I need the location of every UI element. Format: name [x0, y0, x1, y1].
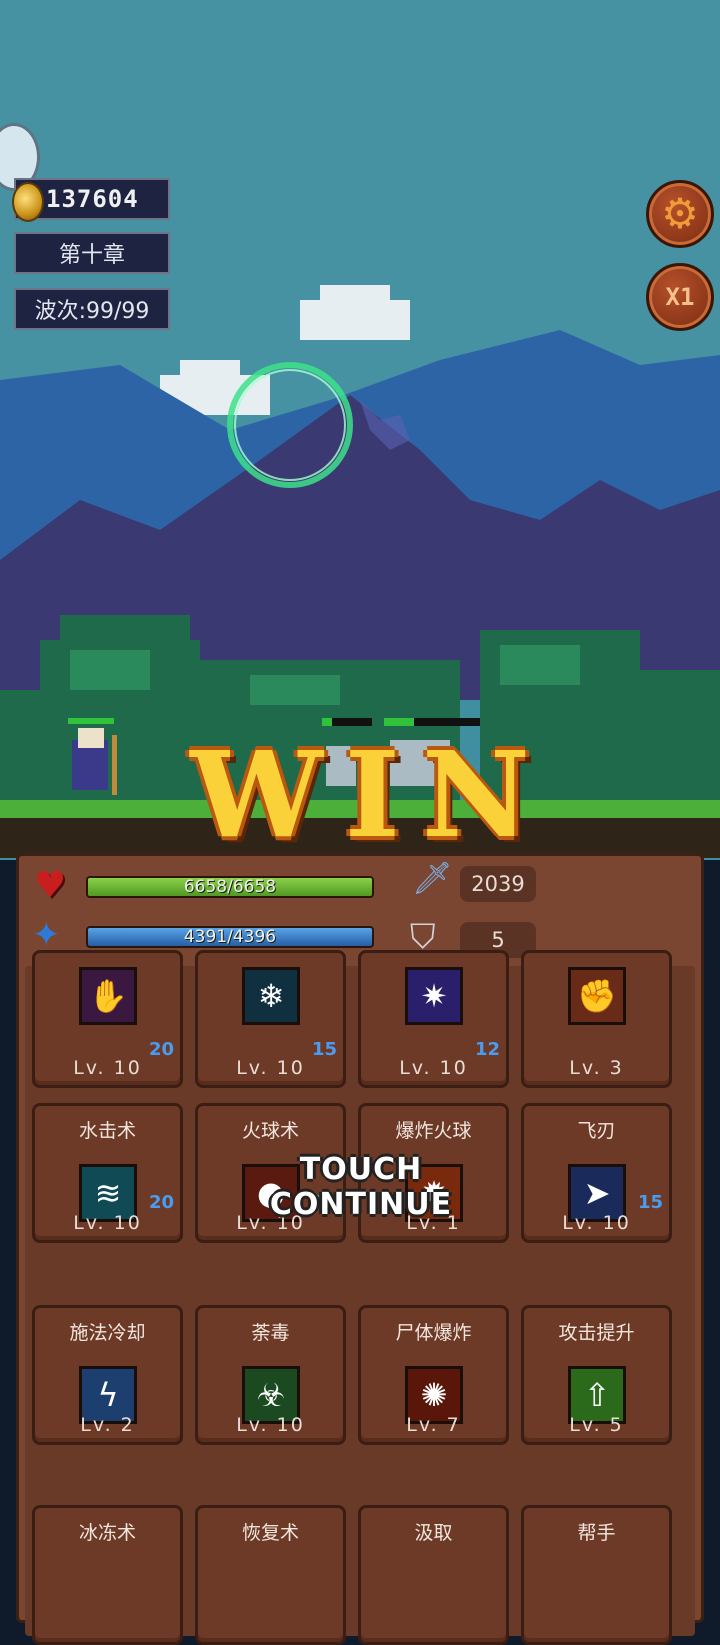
wave-counter: 波次:99/99 [14, 288, 170, 330]
skill-level: Lv. 2 [80, 1414, 135, 1436]
skill-level: Lv. 3 [569, 1057, 624, 1079]
skill-card[interactable]: 水击术 ≋ 20 Lv. 10 [32, 1103, 183, 1243]
settings-button[interactable]: ⚙ [646, 180, 714, 248]
skill-name: 火球术 [241, 1120, 299, 1142]
skill-card[interactable]: 汲取 [358, 1505, 509, 1645]
skill-level: Lv. 10 [73, 1057, 142, 1079]
skill-name: 飞刃 [577, 1120, 616, 1142]
skill-name: 攻击提升 [558, 1322, 635, 1344]
win-banner[interactable]: W I N [160, 735, 560, 855]
speed-label: X1 [665, 283, 695, 311]
coin-amount: 137604 [46, 185, 139, 213]
skill-card[interactable]: ✋ 20 Lv. 10 [32, 950, 183, 1088]
skill-card[interactable]: 飞刃 ➤ 15 Lv. 10 [521, 1103, 672, 1243]
skill-name: 荼毒 [251, 1322, 290, 1344]
skill-name: 水击术 [78, 1120, 136, 1142]
skill-count: 20 [148, 1192, 174, 1213]
skill-card[interactable]: 尸体爆炸 ✺ Lv. 7 [358, 1305, 509, 1445]
skill-level: Lv. 10 [236, 1057, 305, 1079]
attack-value: 2039 [460, 866, 536, 902]
chapter-label: 第十章 [14, 232, 170, 274]
skill-count: 15 [637, 1192, 663, 1213]
skill-level: Lv. 10 [73, 1212, 142, 1234]
skill-card[interactable]: 施法冷却 ϟ Lv. 2 [32, 1305, 183, 1445]
skill-card[interactable]: 冰冻术 [32, 1505, 183, 1645]
skill-name: 恢复术 [241, 1522, 299, 1544]
skill-card[interactable]: 荼毒 ☣ Lv. 10 [195, 1305, 346, 1445]
skill-level: Lv. 7 [406, 1414, 461, 1436]
skill-level: Lv. 10 [562, 1212, 631, 1234]
skill-name: 冰冻术 [78, 1522, 136, 1544]
coin-counter: 137604 [12, 178, 170, 222]
skill-card[interactable]: ✊ Lv. 3 [521, 950, 672, 1088]
shield-icon: ⛉ [410, 917, 436, 957]
gear-icon: ⚙ [661, 189, 699, 238]
speed-button[interactable]: X1 [646, 263, 714, 331]
skill-level: Lv. 10 [236, 1414, 305, 1436]
mp-bar: 4391/4396 [86, 926, 374, 948]
skill-name: 汲取 [414, 1522, 453, 1544]
skill-level: Lv. 10 [399, 1057, 468, 1079]
hp-text: 6658/6658 [183, 877, 277, 897]
skill-name: 施法冷却 [69, 1322, 146, 1344]
heart-icon: ♥ [34, 865, 67, 906]
skill-card[interactable]: 攻击提升 ⇧ Lv. 5 [521, 1305, 672, 1445]
win-letter: N [421, 725, 530, 864]
win-letter: I [344, 725, 400, 864]
skill-card[interactable]: 帮手 [521, 1505, 672, 1645]
win-letter: W [190, 725, 323, 864]
skill-name: 帮手 [577, 1522, 616, 1544]
skill-name: 尸体爆炸 [395, 1322, 472, 1344]
skill-card[interactable]: ✷ 12 Lv. 10 [358, 950, 509, 1088]
skill-card[interactable]: ❄ 15 Lv. 10 [195, 950, 346, 1088]
skill-card[interactable]: 恢复术 [195, 1505, 346, 1645]
purple-hand-icon: ✋ [79, 967, 137, 1025]
sword-icon: 🗡 [412, 859, 453, 897]
mp-text: 4391/4396 [183, 927, 277, 947]
touch-continue-prompt[interactable]: TOUCH CONTINUE [216, 1152, 506, 1222]
skill-name: 爆炸火球 [395, 1120, 472, 1142]
cosmic-blast-icon: ✷ [405, 967, 463, 1025]
fist-icon: ✊ [568, 967, 626, 1025]
ice-crystal-icon: ❄ [242, 967, 300, 1025]
hp-bar: 6658/6658 [86, 876, 374, 898]
mana-icon: ✦ [32, 915, 61, 955]
coin-icon [12, 182, 44, 222]
skill-level: Lv. 5 [569, 1414, 624, 1436]
